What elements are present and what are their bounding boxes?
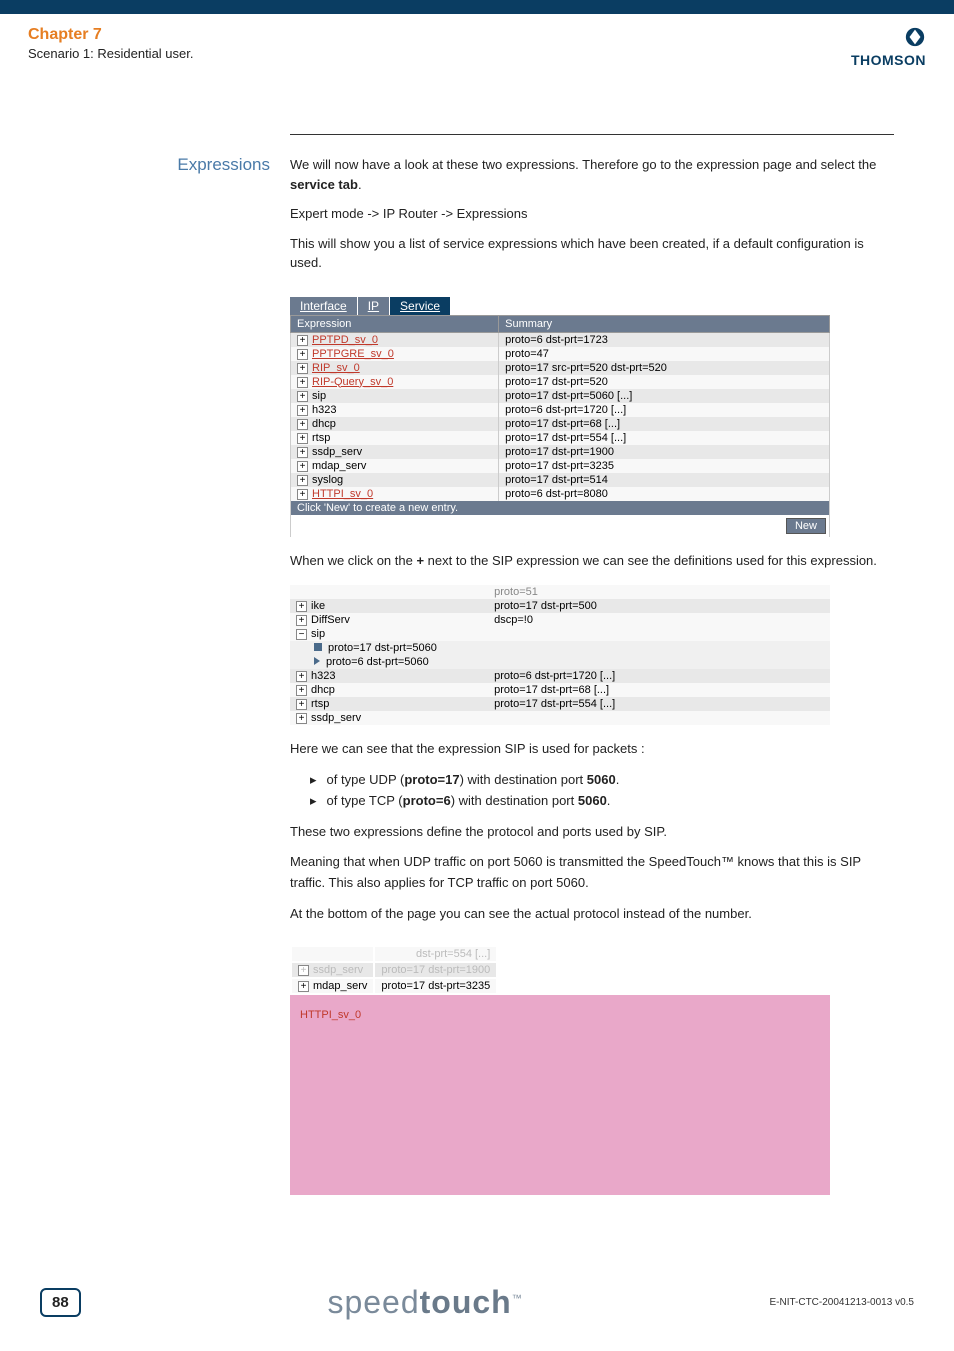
table-row[interactable]: +RIP_sv_0 [291,361,499,375]
table-row[interactable]: +dhcp [291,417,499,431]
list-item: of type UDP (proto=17) with destination … [310,770,894,791]
collapse-icon[interactable]: − [296,629,307,640]
expand-icon[interactable]: + [298,981,309,992]
table-row[interactable]: +PPTPD_sv_0 [291,332,499,347]
chapter-title: Chapter 7 [28,26,193,44]
expand-icon[interactable]: + [297,489,308,500]
expand-icon[interactable]: + [297,461,308,472]
intro-para-2: This will show you a list of service exp… [290,234,894,273]
expand-icon[interactable]: + [297,419,308,430]
list-item: of type TCP (proto=6) with destination p… [310,791,894,812]
expand-icon[interactable]: + [297,447,308,458]
top-bar [0,0,954,14]
table-row[interactable]: +ike [290,599,488,613]
expand-icon[interactable]: + [296,671,307,682]
page-number: 88 [40,1288,81,1317]
speedtouch-logo: speedtouch™ [327,1284,522,1321]
thomson-brand-text: THOMSON [851,52,926,68]
sip-expanded-screenshot: proto=51 +ikeproto=17 dst-prt=500+DiffSe… [290,585,830,725]
mid-para: When we click on the + next to the SIP e… [290,551,894,572]
table-footer-hint: Click 'New' to create a new entry. [291,501,830,515]
tab-service[interactable]: Service [390,297,451,315]
expressions-screenshot: Interface IP Service Expression Summary … [290,297,894,537]
pink-overlay: HTTPI_sv_0 [290,995,830,1195]
expand-icon[interactable]: + [297,391,308,402]
table-row[interactable]: +PPTPGRE_sv_0 [291,347,499,361]
sip-row[interactable]: −sip [290,627,488,641]
thomson-logo: THOMSON [851,26,926,68]
expand-icon[interactable]: + [296,601,307,612]
table-row: +mdap_serv [292,979,373,993]
table-row: +ssdp_serv [292,963,373,977]
expand-icon[interactable]: + [297,405,308,416]
protocol-screenshot: dst-prt=554 [...] +ssdp_servproto=17 dst… [290,945,830,1195]
page-header: Chapter 7 Scenario 1: Residential user. … [0,14,954,74]
table-row[interactable]: +RIP-Query_sv_0 [291,375,499,389]
expression-table: Expression Summary +PPTPD_sv_0proto=6 ds… [290,315,830,537]
table-row[interactable]: +DiffServ [290,613,488,627]
expand-icon[interactable]: + [297,335,308,346]
table-row[interactable]: +h323 [290,669,488,683]
triangle-icon [314,657,320,665]
explain-intro: Here we can see that the expression SIP … [290,739,894,760]
expand-icon[interactable]: + [296,699,307,710]
expand-icon[interactable]: + [296,685,307,696]
table-row[interactable]: +syslog [291,473,499,487]
expand-icon[interactable]: + [297,363,308,374]
table-row[interactable]: +ssdp_serv [290,711,488,725]
intro-para-1: We will now have a look at these two exp… [290,155,894,194]
explain-para2: These two expressions define the protoco… [290,822,894,843]
scenario-title: Scenario 1: Residential user. [28,46,193,61]
table-row[interactable]: +h323 [291,403,499,417]
table-row[interactable]: +rtsp [290,697,488,711]
expand-icon[interactable]: + [298,965,309,976]
table-row[interactable]: +ssdp_serv [291,445,499,459]
new-button[interactable]: New [786,518,826,534]
breadcrumb-path: Expert mode -> IP Router -> Expressions [290,204,894,224]
divider [290,134,894,135]
expand-icon[interactable]: + [296,713,307,724]
expand-icon[interactable]: + [297,349,308,360]
section-label: Expressions [60,155,290,283]
tab-ip[interactable]: IP [358,297,390,315]
tabs: Interface IP Service [290,297,894,315]
httpi-label: HTTPI_sv_0 [296,1005,824,1025]
sip-detail: proto=17 dst-prt=5060 [290,641,830,655]
expand-icon[interactable]: + [296,615,307,626]
table-row[interactable]: +dhcp [290,683,488,697]
tab-interface[interactable]: Interface [290,297,358,315]
table-row[interactable]: +rtsp [291,431,499,445]
packet-types-list: of type UDP (proto=17) with destination … [310,770,894,812]
expand-icon[interactable]: + [297,433,308,444]
square-icon [314,643,322,651]
expand-icon[interactable]: + [297,377,308,388]
explain-para4: At the bottom of the page you can see th… [290,904,894,925]
table-row[interactable]: +HTTPI_sv_0 [291,487,499,501]
page-footer: 88 speedtouch™ E-NIT-CTC-20041213-0013 v… [0,1284,954,1321]
table-row[interactable]: +sip [291,389,499,403]
doc-id: E-NIT-CTC-20041213-0013 v0.5 [769,1297,914,1308]
thomson-symbol-icon [851,26,926,52]
col-expression: Expression [291,315,499,332]
table-row[interactable]: +mdap_serv [291,459,499,473]
explain-para3: Meaning that when UDP traffic on port 50… [290,852,894,894]
sip-detail: proto=6 dst-prt=5060 [290,655,830,669]
expand-icon[interactable]: + [297,475,308,486]
col-summary: Summary [499,315,830,332]
